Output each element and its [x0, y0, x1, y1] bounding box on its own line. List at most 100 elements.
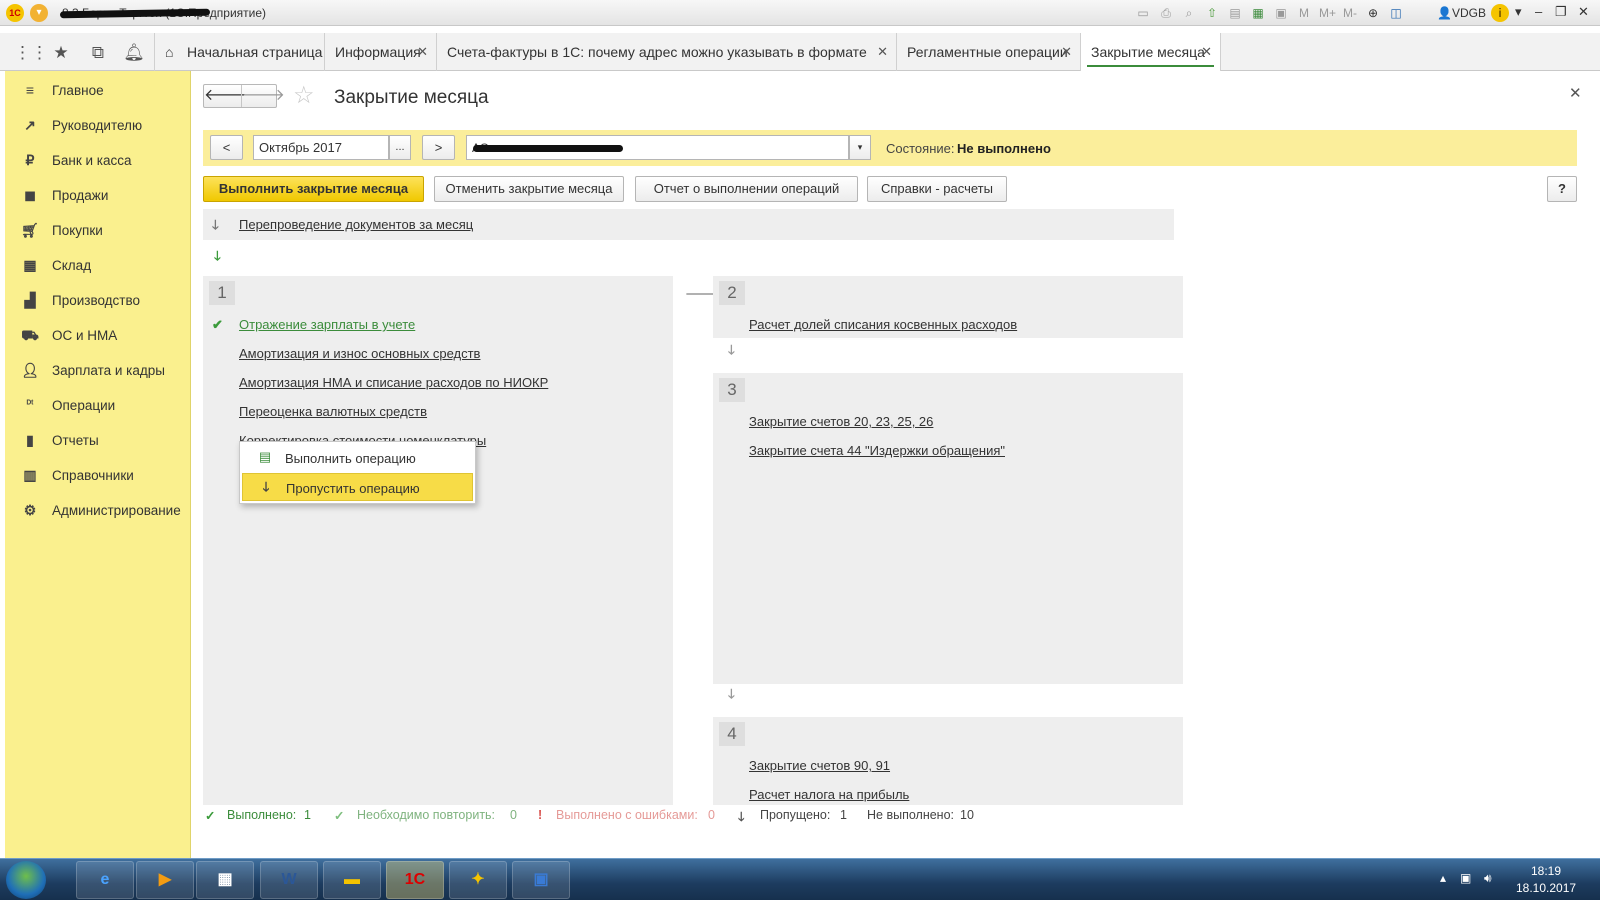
calculator-icon[interactable]: ▦: [196, 861, 254, 899]
system-clock[interactable]: 18:19 18.10.2017: [1516, 863, 1576, 897]
scan-icon[interactable]: ▤: [1227, 5, 1243, 21]
operation-link[interactable]: Расчет налога на прибыль: [749, 787, 909, 802]
close-tab-icon[interactable]: ✕: [877, 33, 888, 71]
operation-link[interactable]: Амортизация НМА и списание расходов по Н…: [239, 375, 548, 390]
operation-link[interactable]: Отражение зарплаты в учете: [239, 317, 415, 332]
menu-item-execute-operation[interactable]: ▤ Выполнить операцию: [242, 444, 473, 472]
menu-item-skip-operation[interactable]: 🡓 Пропустить операцию: [242, 473, 473, 501]
sidebar-item-label: Операции: [52, 398, 116, 413]
tray-expand-icon[interactable]: ▴: [1440, 871, 1446, 885]
sidebar-item-directories[interactable]: ▥ Справочники: [5, 461, 191, 489]
next-period-button[interactable]: >: [422, 135, 455, 160]
forward-arrow-icon[interactable]: 🡒: [242, 86, 285, 106]
word-icon[interactable]: W: [260, 861, 318, 899]
step-number: 2: [719, 281, 745, 305]
sidebar-item-manager[interactable]: ↗ Руководителю: [5, 111, 191, 139]
sidebar-item-salary[interactable]: 👤︎ Зарплата и кадры: [5, 356, 191, 384]
period-field[interactable]: Октябрь 2017: [253, 135, 389, 160]
down-arrow-icon: 🡓: [728, 686, 735, 701]
operation-context-menu: ▤ Выполнить операцию 🡓 Пропустить операц…: [239, 441, 476, 504]
operation-link[interactable]: Закрытие счета 44 "Издержки обращения": [749, 443, 1005, 458]
cancel-closing-button[interactable]: Отменить закрытие месяца: [434, 176, 624, 202]
back-arrow-icon[interactable]: 🡐: [204, 86, 247, 106]
period-select-button[interactable]: ...: [389, 135, 411, 160]
sidebar-item-purchases[interactable]: 🛒︎ Покупки: [5, 216, 191, 244]
operation-link[interactable]: Амортизация и износ основных средств: [239, 346, 480, 361]
panel-icon[interactable]: ◫: [1388, 5, 1404, 21]
chevron-down-icon[interactable]: ▾: [849, 135, 871, 160]
start-button-icon[interactable]: [6, 861, 46, 899]
calculator-icon[interactable]: ▦: [1250, 5, 1266, 21]
upload-icon[interactable]: ⇧: [1204, 5, 1220, 21]
page-title: Закрытие месяца: [334, 87, 489, 108]
m-plus-icon[interactable]: M+: [1319, 5, 1336, 21]
preview-icon[interactable]: ⌕: [1181, 5, 1197, 21]
volume-icon[interactable]: 🔊︎: [1484, 871, 1492, 886]
help-button[interactable]: ?: [1547, 176, 1577, 202]
execute-document-icon: ▤: [258, 449, 272, 464]
sidebar-item-sales[interactable]: ◼ Продажи: [5, 181, 191, 209]
operation-link[interactable]: Закрытие счетов 20, 23, 25, 26: [749, 414, 933, 429]
1c-icon[interactable]: 1С: [386, 861, 444, 899]
ie-icon[interactable]: e: [76, 861, 134, 899]
sidebar-item-administration[interactable]: ⚙ Администрирование: [5, 496, 191, 524]
apps-grid-icon[interactable]: ⋮⋮: [14, 42, 48, 64]
favorites-star-icon[interactable]: ★: [50, 42, 72, 64]
tab-regulatory-operations[interactable]: Регламентные операции ✕: [897, 33, 1081, 71]
save-icon[interactable]: ▭: [1135, 5, 1151, 21]
tab-home[interactable]: ⌂ Начальная страница: [155, 33, 325, 71]
close-form-icon[interactable]: ✕: [1569, 84, 1582, 102]
print-icon[interactable]: ⎙: [1158, 5, 1174, 21]
operation-link[interactable]: Переоценка валютных средств: [239, 404, 427, 419]
history-nav: 🡐 🡒: [203, 84, 285, 108]
calendar-icon[interactable]: ▣: [1273, 5, 1289, 21]
sidebar-item-main[interactable]: ≡ Главное: [5, 76, 191, 104]
notifications-bell-icon[interactable]: 🔔︎: [123, 42, 145, 64]
execute-closing-button[interactable]: Выполнить закрытие месяца: [203, 176, 424, 202]
zoom-icon[interactable]: ⊕: [1365, 5, 1381, 21]
restore-icon[interactable]: ❐: [1555, 4, 1567, 20]
sidebar-item-operations[interactable]: ᴰᵗ Операции: [5, 391, 191, 419]
menu-item-label: Пропустить операцию: [286, 481, 420, 496]
close-tab-icon[interactable]: ✕: [417, 33, 428, 71]
1c-alt-icon[interactable]: ✦: [449, 861, 507, 899]
active-tab-indicator: [1087, 65, 1214, 67]
operations-report-button[interactable]: Отчет о выполнении операций: [635, 176, 858, 202]
explorer-icon[interactable]: ▬: [323, 861, 381, 899]
m-minus-icon[interactable]: M-: [1342, 5, 1358, 21]
sidebar-item-warehouse[interactable]: ▦ Склад: [5, 251, 191, 279]
info-icon[interactable]: i: [1491, 4, 1509, 22]
clock-time: 18:19: [1530, 864, 1562, 878]
save-icon[interactable]: ▣: [512, 861, 570, 899]
favorite-star-icon[interactable]: ☆: [293, 81, 315, 110]
organization-field[interactable]: АО: [466, 135, 849, 160]
sidebar-item-production[interactable]: ▟ Производство: [5, 286, 191, 314]
skipped-label: Пропущено:: [760, 808, 831, 822]
tab-label: Информация: [335, 44, 421, 60]
tab-invoices-article[interactable]: Счета-фактуры в 1С: почему адрес можно у…: [437, 33, 897, 98]
user-label[interactable]: 👤VDGB: [1437, 6, 1486, 20]
close-tab-icon[interactable]: ✕: [1061, 33, 1072, 71]
history-icon[interactable]: ⧉: [87, 42, 109, 64]
minimize-icon[interactable]: –: [1535, 4, 1542, 19]
tab-month-closing[interactable]: Закрытие месяца ✕: [1081, 33, 1221, 71]
dropdown-icon[interactable]: ▾: [1515, 4, 1522, 20]
media-player-icon[interactable]: ▶: [136, 861, 194, 899]
errors-count: 0: [708, 808, 715, 822]
previous-period-button[interactable]: <: [210, 135, 243, 160]
operation-link[interactable]: Закрытие счетов 90, 91: [749, 758, 890, 773]
reference-calculations-button[interactable]: Справки - расчеты: [867, 176, 1007, 202]
close-window-icon[interactable]: ✕: [1578, 4, 1589, 20]
sidebar-item-reports[interactable]: ▮ Отчеты: [5, 426, 191, 454]
repost-documents-link[interactable]: Перепроведение документов за месяц: [239, 217, 473, 232]
tab-information[interactable]: Информация ✕: [325, 33, 437, 71]
tab-bar: ⋮⋮ ★ ⧉ 🔔︎ ⌂ Начальная страница Информаци…: [0, 33, 1600, 98]
network-icon[interactable]: ▣: [1460, 871, 1471, 885]
main-menu-button[interactable]: ▾: [30, 4, 48, 22]
sidebar-item-bank[interactable]: ₽ Банк и касса: [5, 146, 191, 174]
sidebar-item-assets[interactable]: ⛟ ОС и НМА: [5, 321, 191, 349]
m-icon[interactable]: M: [1296, 5, 1312, 21]
1c-logo-icon[interactable]: 1C: [6, 4, 24, 22]
sidebar-item-label: Покупки: [52, 223, 103, 238]
operation-link[interactable]: Расчет долей списания косвенных расходов: [749, 317, 1017, 332]
